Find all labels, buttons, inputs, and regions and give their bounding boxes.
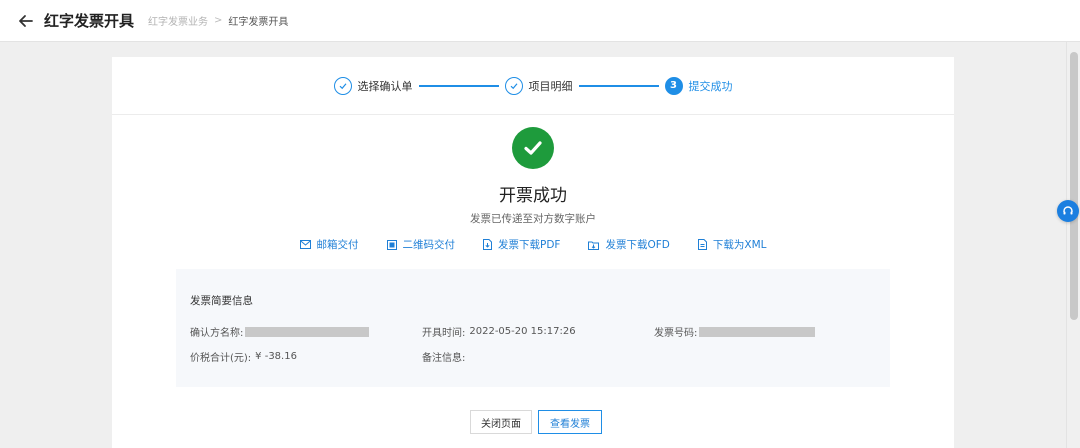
- total-amount-field: 价税合计(元): ¥ -38.16: [190, 349, 297, 364]
- total-amount-value: ¥ -38.16: [255, 351, 297, 362]
- email-delivery-button[interactable]: 邮箱交付: [299, 237, 359, 252]
- page-title: 红字发票开具: [44, 12, 135, 30]
- delivery-actions: 邮箱交付 二维码交付 发票下载PDF 发票下载OFD 下载为XML: [112, 237, 954, 252]
- step-submit-success: 3 提交成功: [664, 76, 733, 95]
- top-bar: 红字发票开具 红字发票业务 > 红字发票开具: [0, 0, 1080, 42]
- check-icon: [333, 76, 352, 95]
- invoice-summary-panel: 发票简要信息 确认方名称: 开具时间: 2022-05-20 15:17:26 …: [176, 269, 890, 387]
- remark-field: 备注信息:: [422, 349, 465, 364]
- close-page-button[interactable]: 关闭页面: [470, 410, 532, 434]
- qrcode-delivery-button[interactable]: 二维码交付: [386, 237, 455, 252]
- breadcrumb-separator: >: [214, 15, 223, 26]
- summary-title: 发票简要信息: [190, 295, 253, 307]
- issue-time-field: 开具时间: 2022-05-20 15:17:26: [422, 324, 576, 339]
- view-invoice-button[interactable]: 查看发票: [538, 410, 602, 434]
- step-select-confirmation: 选择确认单: [333, 76, 413, 95]
- remark-label: 备注信息:: [422, 353, 466, 364]
- step-item-details: 项目明细: [504, 76, 573, 95]
- breadcrumb-item-current: 红字发票开具: [228, 17, 289, 28]
- check-icon: [504, 76, 523, 95]
- result-subtitle: 发票已传递至对方数字账户: [470, 213, 596, 225]
- result-card: 选择确认单 项目明细 3 提交成功 开票成功 发票已传递至对方数字账户 邮箱交付…: [112, 57, 954, 448]
- buyer-name-redacted: [245, 326, 370, 337]
- issue-time-value: 2022-05-20 15:17:26: [469, 326, 576, 337]
- step-label: 提交成功: [688, 79, 733, 93]
- success-check-icon: [512, 127, 554, 169]
- result-title: 开票成功: [499, 186, 567, 206]
- headset-icon: [1063, 206, 1073, 215]
- step-connector: [578, 84, 659, 87]
- page-scrollbar[interactable]: [1066, 42, 1080, 448]
- invoice-number-field: 发票号码:: [654, 324, 816, 339]
- buyer-name-field: 确认方名称:: [190, 324, 370, 339]
- invoice-number-redacted: [699, 326, 816, 337]
- download-xml-button[interactable]: 下载为XML: [697, 237, 766, 252]
- download-pdf-button[interactable]: 发票下载PDF: [483, 237, 560, 252]
- download-xml-icon: [697, 239, 707, 250]
- buyer-name-label: 确认方名称:: [190, 328, 244, 339]
- step-label: 选择确认单: [357, 79, 413, 93]
- step-label: 项目明细: [528, 79, 573, 93]
- download-pdf-icon: [483, 239, 493, 250]
- steps-bar: 选择确认单 项目明细 3 提交成功: [112, 57, 954, 115]
- back-arrow-icon[interactable]: [18, 13, 34, 29]
- step-connector: [418, 84, 499, 87]
- mail-icon: [299, 240, 311, 249]
- invoice-number-label: 发票号码:: [654, 328, 698, 339]
- step-number-badge: 3: [664, 76, 683, 95]
- breadcrumb-item-red-invoice-business[interactable]: 红字发票业务: [148, 13, 208, 28]
- download-ofd-icon: [588, 241, 600, 250]
- qrcode-icon: [386, 239, 397, 250]
- download-ofd-button[interactable]: 发票下载OFD: [588, 237, 670, 252]
- scrollbar-thumb[interactable]: [1070, 52, 1078, 320]
- issue-time-label: 开具时间:: [422, 328, 466, 339]
- support-button[interactable]: [1057, 200, 1079, 222]
- total-amount-label: 价税合计(元):: [190, 353, 252, 364]
